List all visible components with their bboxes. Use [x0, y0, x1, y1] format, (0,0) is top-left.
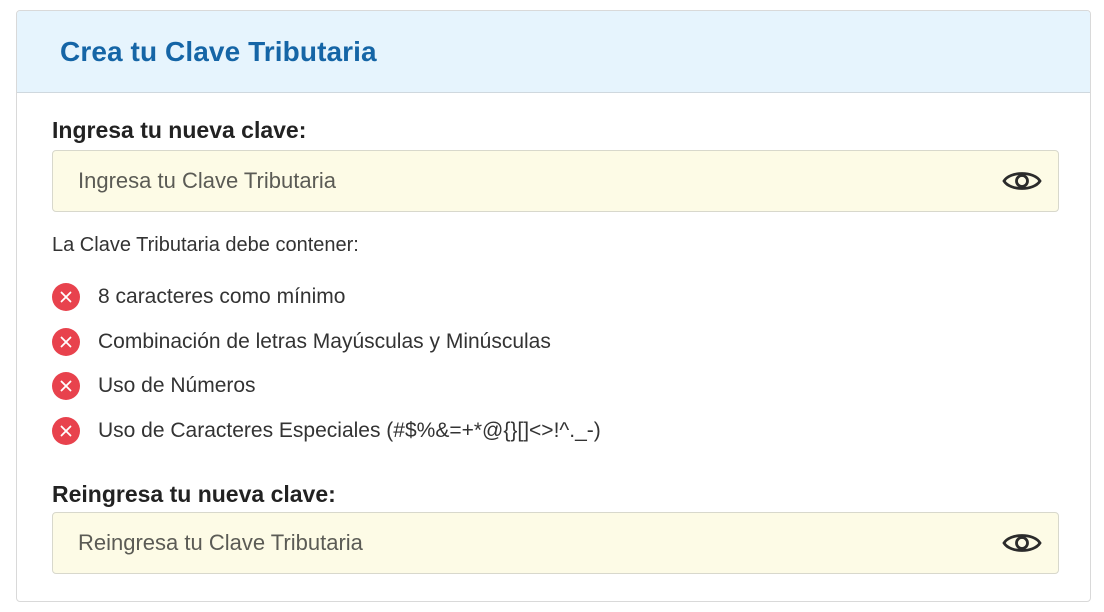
- eye-icon[interactable]: [992, 151, 1052, 211]
- card-header: Crea tu Clave Tributaria: [17, 11, 1090, 93]
- requirement-item: Uso de Números: [52, 364, 601, 409]
- requirement-text: Combinación de letras Mayúsculas y Minús…: [98, 329, 551, 353]
- x-circle-icon: [52, 416, 80, 445]
- requirement-text: 8 caracteres como mínimo: [98, 285, 346, 309]
- card-title: Crea tu Clave Tributaria: [60, 35, 377, 67]
- x-circle-icon: [52, 283, 80, 312]
- requirement-text: Uso de Caracteres Especiales (#$%&=+*@{}…: [98, 418, 601, 442]
- new-password-label: Ingresa tu nueva clave:: [52, 117, 307, 143]
- new-password-field: [52, 150, 1059, 212]
- new-password-input[interactable]: [53, 150, 992, 212]
- eye-icon[interactable]: [992, 513, 1052, 573]
- requirement-item: 8 caracteres como mínimo: [52, 275, 601, 320]
- requirement-text: Uso de Números: [98, 374, 256, 398]
- create-password-card: Crea tu Clave Tributaria Ingresa tu nuev…: [16, 10, 1091, 602]
- x-circle-icon: [52, 372, 80, 401]
- requirement-item: Uso de Caracteres Especiales (#$%&=+*@{}…: [52, 409, 601, 454]
- requirements-intro: La Clave Tributaria debe contener:: [52, 234, 359, 256]
- requirement-item: Combinación de letras Mayúsculas y Minús…: [52, 320, 601, 365]
- confirm-password-label: Reingresa tu nueva clave:: [52, 481, 336, 507]
- x-circle-icon: [52, 327, 80, 356]
- confirm-password-input[interactable]: [53, 512, 992, 574]
- requirements-list: 8 caracteres como mínimo Combinación de …: [52, 275, 601, 453]
- confirm-password-field: [52, 512, 1059, 574]
